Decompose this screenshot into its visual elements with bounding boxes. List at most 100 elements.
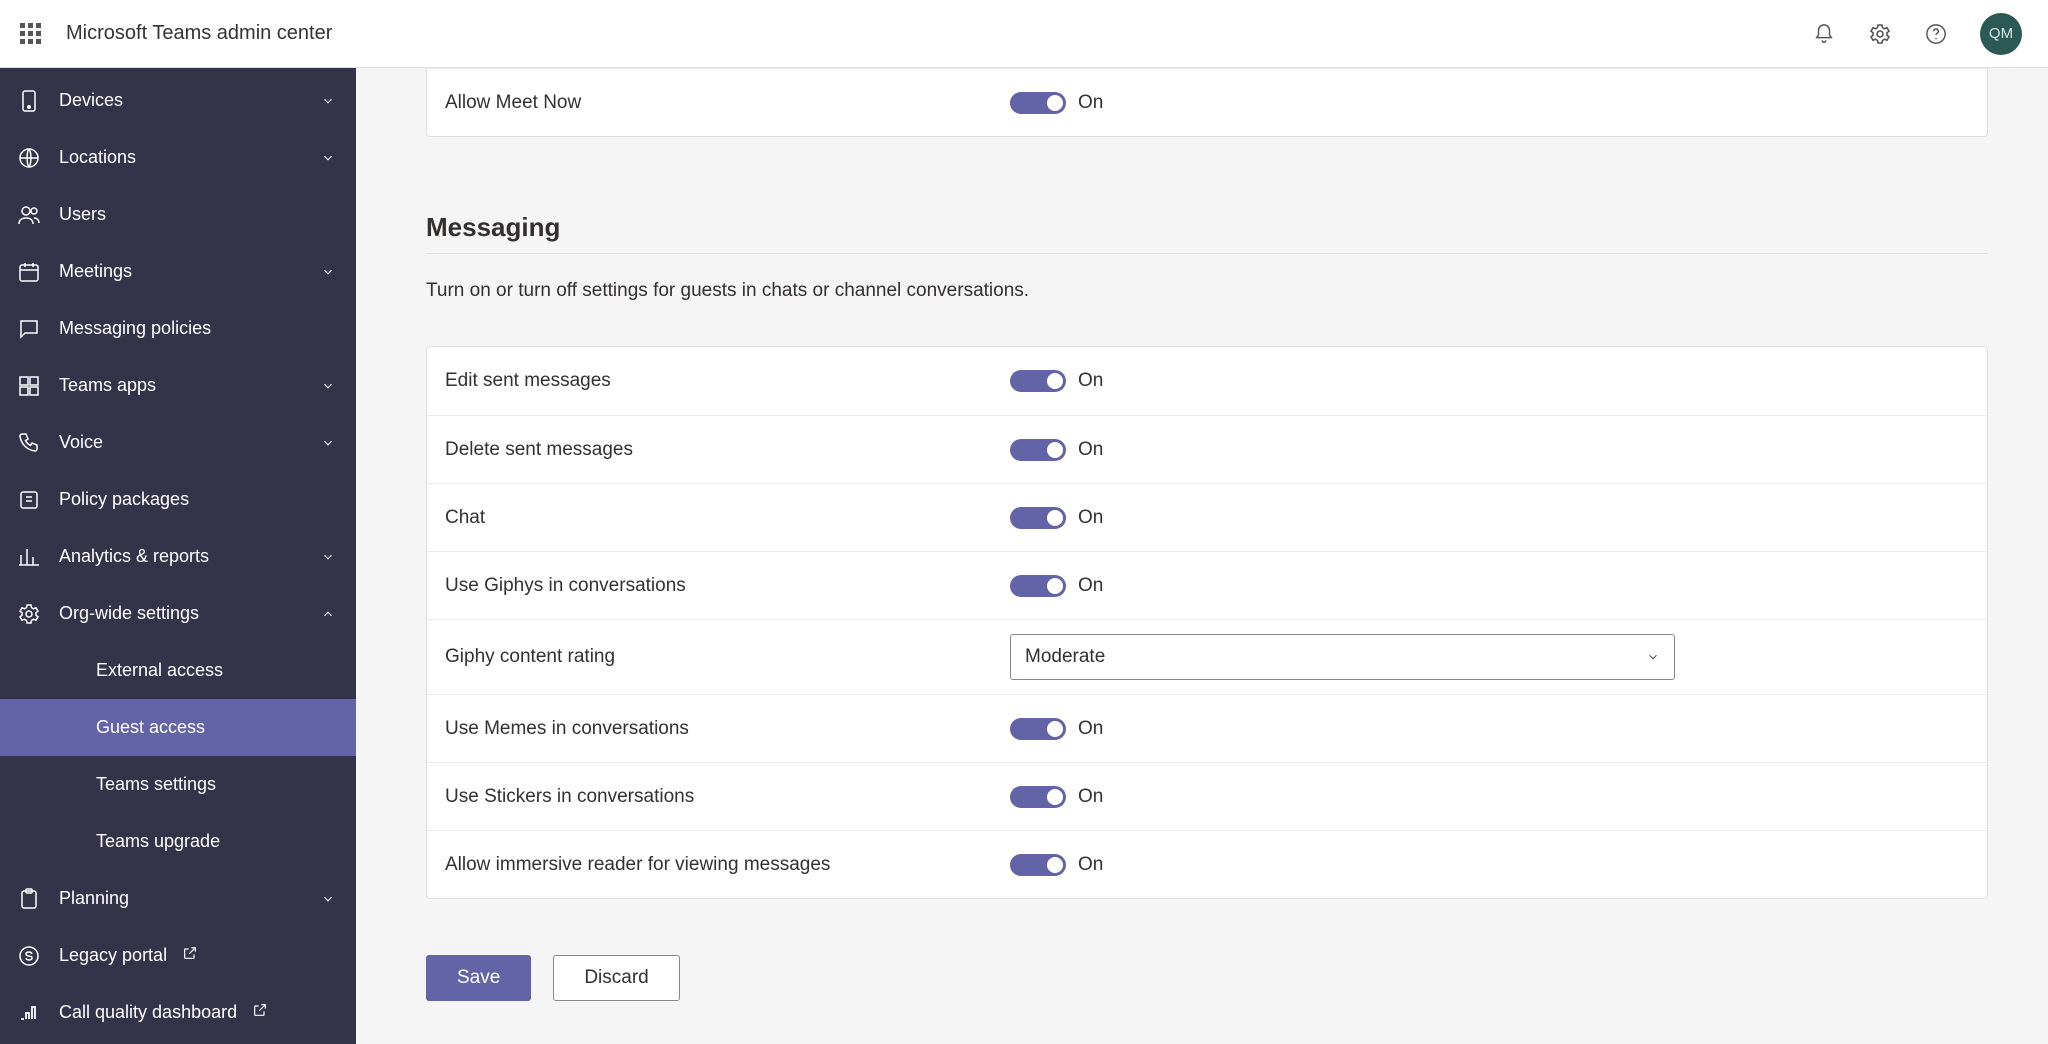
nav-label: Policy packages xyxy=(59,489,356,510)
notifications-button[interactable] xyxy=(1812,22,1836,46)
external-link-icon xyxy=(182,945,198,961)
sidebar-item-devices[interactable]: Devices xyxy=(0,72,356,129)
toggle-state: On xyxy=(1078,718,1103,740)
nav-label: Voice xyxy=(59,432,308,453)
sidebar-item-analytics[interactable]: Analytics & reports xyxy=(0,528,356,585)
toggle-switch xyxy=(1010,786,1066,808)
nav-label: Teams settings xyxy=(96,774,356,795)
dropdown-value: Moderate xyxy=(1025,646,1646,668)
toggle-edit-sent-messages[interactable]: On xyxy=(1010,370,1103,392)
nav-label: Planning xyxy=(59,888,308,909)
chat-icon xyxy=(15,315,43,343)
chevron-down-icon xyxy=(308,151,348,165)
toggle-state: On xyxy=(1078,575,1103,597)
section-description: Turn on or turn off settings for guests … xyxy=(426,280,1988,302)
setting-label: Use Memes in conversations xyxy=(445,718,1010,740)
gear-icon xyxy=(1868,22,1892,46)
chevron-down-icon xyxy=(308,265,348,279)
skype-icon xyxy=(15,942,43,970)
toggle-state: On xyxy=(1078,854,1103,876)
setting-label: Delete sent messages xyxy=(445,439,1010,461)
nav-label: Teams upgrade xyxy=(96,831,356,852)
sidebar-item-policy-packages[interactable]: Policy packages xyxy=(0,471,356,528)
sidebar-item-teams-upgrade[interactable]: Teams upgrade xyxy=(0,813,356,870)
chevron-down-icon xyxy=(308,379,348,393)
sidebar-item-legacy-portal[interactable]: Legacy portal xyxy=(0,927,356,984)
toggle-state: On xyxy=(1078,92,1103,114)
calendar-icon xyxy=(15,258,43,286)
gear-icon xyxy=(15,600,43,628)
clipboard-icon xyxy=(15,885,43,913)
section-divider xyxy=(426,253,1988,254)
phone-icon xyxy=(15,429,43,457)
setting-label: Allow immersive reader for viewing messa… xyxy=(445,854,1010,876)
sidebar-item-meetings[interactable]: Meetings xyxy=(0,243,356,300)
toggle-switch xyxy=(1010,575,1066,597)
globe-icon xyxy=(15,144,43,172)
sidebar-item-planning[interactable]: Planning xyxy=(0,870,356,927)
bell-icon xyxy=(1813,23,1835,45)
package-icon xyxy=(15,486,43,514)
nav-label: Legacy portal xyxy=(59,945,356,966)
toggle-use-stickers[interactable]: On xyxy=(1010,786,1103,808)
nav-label: Teams apps xyxy=(59,375,308,396)
apps-icon xyxy=(15,372,43,400)
sidebar-item-teams-settings[interactable]: Teams settings xyxy=(0,756,356,813)
toggle-allow-meet-now[interactable]: On xyxy=(1010,92,1103,114)
nav-label: Messaging policies xyxy=(59,318,356,339)
toggle-switch xyxy=(1010,439,1066,461)
app-title: Microsoft Teams admin center xyxy=(66,22,332,45)
chevron-down-icon xyxy=(308,436,348,450)
nav-label: Guest access xyxy=(96,717,356,738)
chevron-down-icon xyxy=(308,550,348,564)
chevron-down-icon xyxy=(1646,650,1660,664)
messaging-card: Edit sent messages On Delete sent messag… xyxy=(426,346,1988,899)
sidebar-item-org-wide-settings[interactable]: Org-wide settings xyxy=(0,585,356,642)
action-bar: Save Discard xyxy=(426,955,1988,1001)
toggle-use-memes[interactable]: On xyxy=(1010,718,1103,740)
sidebar-item-voice[interactable]: Voice xyxy=(0,414,356,471)
settings-button[interactable] xyxy=(1868,22,1892,46)
device-icon xyxy=(15,87,43,115)
signal-icon xyxy=(15,999,43,1027)
setting-label: Chat xyxy=(445,507,1010,529)
toggle-switch xyxy=(1010,370,1066,392)
sidebar: Devices Locations Users Meetings xyxy=(0,68,356,1044)
nav-label: External access xyxy=(96,660,356,681)
chevron-down-icon xyxy=(308,94,348,108)
toggle-use-giphys[interactable]: On xyxy=(1010,575,1103,597)
bars-icon xyxy=(15,543,43,571)
toggle-immersive-reader[interactable]: On xyxy=(1010,854,1103,876)
waffle-icon xyxy=(20,23,41,44)
calling-card-partial: Allow Meet Now On xyxy=(426,68,1988,137)
app-launcher-button[interactable] xyxy=(10,14,50,54)
dropdown-giphy-content-rating[interactable]: Moderate xyxy=(1010,634,1675,680)
topbar: Microsoft Teams admin center QM xyxy=(0,0,2048,68)
toggle-delete-sent-messages[interactable]: On xyxy=(1010,439,1103,461)
sidebar-item-teams-apps[interactable]: Teams apps xyxy=(0,357,356,414)
users-icon xyxy=(15,201,43,229)
nav-label: Users xyxy=(59,204,356,225)
section-title-messaging: Messaging xyxy=(426,212,1988,243)
sidebar-item-users[interactable]: Users xyxy=(0,186,356,243)
setting-label: Edit sent messages xyxy=(445,370,1010,392)
sidebar-item-locations[interactable]: Locations xyxy=(0,129,356,186)
sidebar-item-call-quality-dashboard[interactable]: Call quality dashboard xyxy=(0,984,356,1041)
nav-label: Devices xyxy=(59,90,308,111)
nav-label: Locations xyxy=(59,147,308,168)
chevron-down-icon xyxy=(308,892,348,906)
nav-label: Call quality dashboard xyxy=(59,1002,356,1023)
sidebar-item-guest-access[interactable]: Guest access xyxy=(0,699,356,756)
discard-button[interactable]: Discard xyxy=(553,955,679,1001)
toggle-switch xyxy=(1010,854,1066,876)
account-avatar[interactable]: QM xyxy=(1980,13,2022,55)
toggle-switch xyxy=(1010,507,1066,529)
sidebar-item-external-access[interactable]: External access xyxy=(0,642,356,699)
nav-label: Analytics & reports xyxy=(59,546,308,567)
help-button[interactable] xyxy=(1924,22,1948,46)
toggle-chat[interactable]: On xyxy=(1010,507,1103,529)
setting-label: Use Giphys in conversations xyxy=(445,575,1010,597)
save-button[interactable]: Save xyxy=(426,955,531,1001)
toggle-state: On xyxy=(1078,439,1103,461)
sidebar-item-messaging-policies[interactable]: Messaging policies xyxy=(0,300,356,357)
